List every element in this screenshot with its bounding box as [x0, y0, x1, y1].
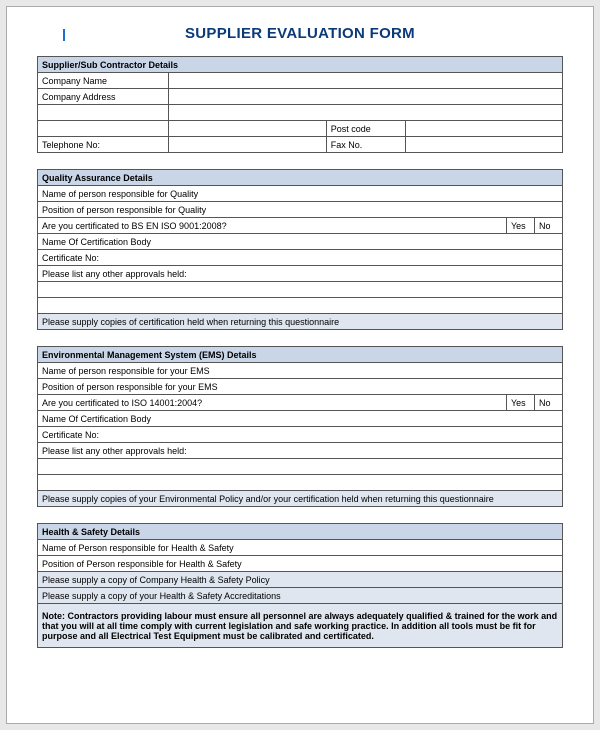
qa-yes-cell[interactable]: Yes: [507, 218, 535, 234]
ems-table: Environmental Management System (EMS) De…: [37, 346, 563, 507]
hs-position-label: Position of Person responsible for Healt…: [38, 556, 563, 572]
ems-header: Environmental Management System (EMS) De…: [38, 347, 563, 363]
qa-copies-note: Please supply copies of certification he…: [38, 314, 563, 330]
hs-name-label: Name of Person responsible for Health & …: [38, 540, 563, 556]
section-ems: Environmental Management System (EMS) De…: [37, 346, 563, 507]
ems-approvals-input-1[interactable]: [38, 459, 563, 475]
fax-label: Fax No.: [326, 137, 405, 153]
company-address-label: Company Address: [38, 89, 169, 105]
qa-cert-no-label: Certificate No:: [38, 250, 563, 266]
address-blank-label: [38, 105, 169, 121]
ems-approvals-input-2[interactable]: [38, 475, 563, 491]
fax-input[interactable]: [405, 137, 563, 153]
ems-approvals-label: Please list any other approvals held:: [38, 443, 563, 459]
qa-header: Quality Assurance Details: [38, 170, 563, 186]
qa-approvals-label: Please list any other approvals held:: [38, 266, 563, 282]
company-name-input[interactable]: [169, 73, 563, 89]
company-name-label: Company Name: [38, 73, 169, 89]
company-address-input-1[interactable]: [169, 89, 563, 105]
qa-table: Quality Assurance Details Name of person…: [37, 169, 563, 330]
supplier-header: Supplier/Sub Contractor Details: [38, 57, 563, 73]
hs-header: Health & Safety Details: [38, 524, 563, 540]
section-hs: Health & Safety Details Name of Person r…: [37, 523, 563, 648]
hs-policy-note: Please supply a copy of Company Health &…: [38, 572, 563, 588]
hs-accred-note: Please supply a copy of your Health & Sa…: [38, 588, 563, 604]
ems-yes-cell[interactable]: Yes: [506, 395, 534, 411]
company-address-input-3[interactable]: [169, 121, 327, 137]
ems-position-label: Position of person responsible for your …: [38, 379, 563, 395]
ems-no-cell[interactable]: No: [534, 395, 562, 411]
qa-position-label: Position of person responsible for Quali…: [38, 202, 563, 218]
section-supplier: Supplier/Sub Contractor Details Company …: [37, 56, 563, 153]
qa-cert-body-label: Name Of Certification Body: [38, 234, 563, 250]
page-title: SUPPLIER EVALUATION FORM: [37, 25, 563, 42]
qa-name-label: Name of person responsible for Quality: [38, 186, 563, 202]
post-code-label: Post code: [326, 121, 405, 137]
supplier-table: Supplier/Sub Contractor Details Company …: [37, 56, 563, 153]
telephone-label: Telephone No:: [38, 137, 169, 153]
post-code-input[interactable]: [405, 121, 563, 137]
section-qa: Quality Assurance Details Name of person…: [37, 169, 563, 330]
hs-contractor-note: Note: Contractors providing labour must …: [38, 604, 563, 648]
qa-approvals-input-1[interactable]: [38, 282, 563, 298]
telephone-input[interactable]: [169, 137, 327, 153]
qa-cert-question: Are you certificated to BS EN ISO 9001:2…: [38, 218, 507, 234]
address-blank-label-2: [38, 121, 169, 137]
company-address-input-2[interactable]: [169, 105, 563, 121]
hs-table: Health & Safety Details Name of Person r…: [37, 523, 563, 648]
ems-copies-note: Please supply copies of your Environment…: [38, 491, 563, 507]
form-page: SUPPLIER EVALUATION FORM Supplier/Sub Co…: [6, 6, 594, 724]
qa-no-cell[interactable]: No: [535, 218, 563, 234]
ems-name-label: Name of person responsible for your EMS: [38, 363, 563, 379]
ems-cert-question: Are you certificated to ISO 14001:2004?: [38, 395, 507, 411]
qa-approvals-input-2[interactable]: [38, 298, 563, 314]
ems-cert-body-label: Name Of Certification Body: [38, 411, 563, 427]
text-cursor: [63, 29, 65, 41]
ems-cert-no-label: Certificate No:: [38, 427, 563, 443]
